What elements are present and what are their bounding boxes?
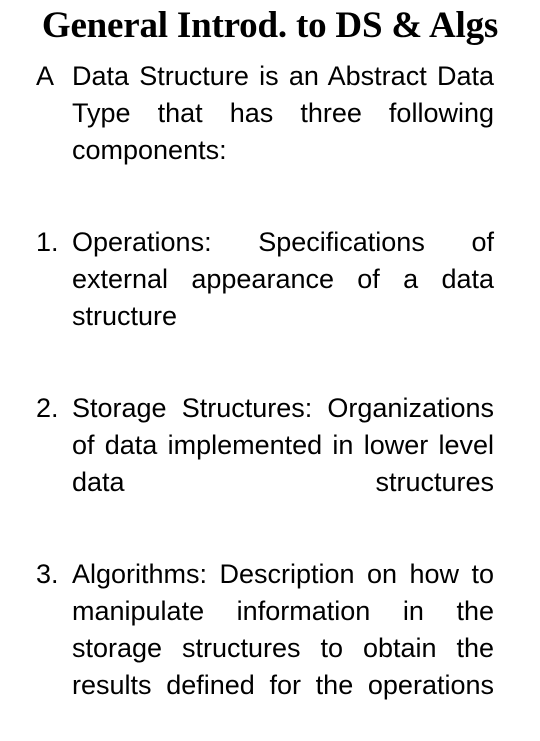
list-item: 1. Operations: Specifications of externa… [36, 224, 494, 372]
list-item-marker: 1. [36, 227, 59, 257]
slide: General Introd. to DS & Algs A Data Stru… [0, 0, 540, 720]
list-item-text: Storage Structures: Organizations of dat… [72, 393, 494, 497]
slide-title: General Introd. to DS & Algs [41, 5, 499, 46]
list-item: A Data Structure is an Abstract Data Typ… [36, 58, 494, 206]
list-item-marker: A [36, 61, 55, 91]
list-item-marker: 3. [36, 559, 59, 589]
list-item-text: Operations: Specifications of external a… [72, 227, 494, 331]
list-item-marker: 2. [36, 393, 59, 423]
list-item-text: Data Structure is an Abstract Data Type … [72, 61, 494, 165]
slide-body: A Data Structure is an Abstract Data Typ… [0, 58, 540, 741]
list-item-text: Algorithms: Description on how to manipu… [72, 559, 494, 700]
list-item: 2. Storage Structures: Organizations of … [36, 390, 494, 538]
list-item: 3. Algorithms: Description on how to man… [36, 556, 494, 741]
